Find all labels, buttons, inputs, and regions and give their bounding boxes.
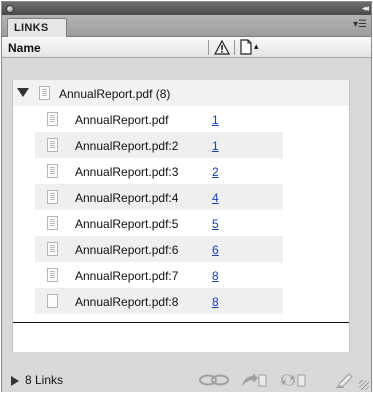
page-thumbnail-icon xyxy=(47,112,58,126)
panel-title-bar[interactable]: ◂◂ xyxy=(2,2,371,15)
page-thumbnail-icon xyxy=(47,190,58,204)
page-number-link[interactable]: 8 xyxy=(212,269,219,283)
page-thumbnail-icon xyxy=(47,242,58,256)
page-number-link[interactable]: 8 xyxy=(212,295,219,309)
page-number-link[interactable]: 1 xyxy=(212,113,219,127)
page-thumbnail-icon xyxy=(47,138,58,152)
show-link-info-icon[interactable] xyxy=(11,376,19,386)
links-list: AnnualReport.pdf (8) AnnualReport.pdf 1 … xyxy=(12,80,350,352)
list-item-parent[interactable]: AnnualReport.pdf (8) xyxy=(13,80,349,106)
column-separator[interactable] xyxy=(234,40,235,55)
column-name-header[interactable]: Name xyxy=(8,41,41,55)
list-item[interactable]: AnnualReport.pdf:4 4 xyxy=(35,184,283,210)
page-number-link[interactable]: 2 xyxy=(212,165,219,179)
page-thumbnail-icon xyxy=(47,216,58,230)
list-item[interactable]: AnnualReport.pdf:3 2 xyxy=(35,158,283,184)
list-item[interactable]: AnnualReport.pdf:6 6 xyxy=(35,236,283,262)
edit-original-icon[interactable] xyxy=(336,372,354,388)
parent-link-name: AnnualReport.pdf (8) xyxy=(59,87,171,101)
go-to-link-icon[interactable] xyxy=(240,372,268,388)
page-thumbnail-icon xyxy=(47,268,58,282)
sort-ascending-icon[interactable]: ▴ xyxy=(254,41,259,52)
page-thumbnail-icon xyxy=(47,294,58,308)
list-item[interactable]: AnnualReport.pdf:5 5 xyxy=(35,210,283,236)
link-name: AnnualReport.pdf:7 xyxy=(75,269,179,283)
list-item[interactable]: AnnualReport.pdf 1 xyxy=(35,106,283,132)
page-number-link[interactable]: 4 xyxy=(212,191,219,205)
link-name: AnnualReport.pdf:3 xyxy=(75,165,179,179)
warning-icon[interactable] xyxy=(214,40,230,55)
resize-grip[interactable] xyxy=(359,380,369,390)
close-icon[interactable] xyxy=(6,5,14,13)
column-separator[interactable] xyxy=(208,40,209,55)
tab-row: LINKS ▾☰ xyxy=(2,15,371,37)
page-thumbnail-icon xyxy=(47,164,58,178)
list-item[interactable]: AnnualReport.pdf:8 8 xyxy=(35,288,283,314)
links-panel: ◂◂ LINKS ▾☰ Name ▴ AnnualReport.pdf (8) … xyxy=(1,1,372,392)
link-name: AnnualReport.pdf:4 xyxy=(75,191,179,205)
link-info-divider[interactable] xyxy=(13,322,349,323)
link-name: AnnualReport.pdf:6 xyxy=(75,243,179,257)
panel-footer: 8 Links xyxy=(2,368,371,392)
page-number-link[interactable]: 1 xyxy=(212,139,219,153)
panel-menu-icon[interactable]: ▾☰ xyxy=(353,19,367,30)
list-item[interactable]: AnnualReport.pdf:2 1 xyxy=(35,132,283,158)
collapse-panel-icon[interactable]: ◂◂ xyxy=(362,2,369,15)
link-name: AnnualReport.pdf:5 xyxy=(75,217,179,231)
links-count: 8 Links xyxy=(25,373,64,387)
link-name: AnnualReport.pdf:8 xyxy=(75,295,179,309)
page-number-link[interactable]: 5 xyxy=(212,217,219,231)
page-icon[interactable] xyxy=(240,39,252,55)
link-name: AnnualReport.pdf:2 xyxy=(75,139,179,153)
relink-from-cc-icon[interactable] xyxy=(198,372,232,388)
column-header: Name ▴ xyxy=(2,37,371,58)
document-thumbnail-icon xyxy=(39,86,50,100)
page-number-link[interactable]: 6 xyxy=(212,243,219,257)
list-item[interactable]: AnnualReport.pdf:7 8 xyxy=(35,262,283,288)
link-name: AnnualReport.pdf xyxy=(75,113,169,127)
update-link-icon[interactable] xyxy=(278,372,308,388)
disclosure-triangle-icon[interactable] xyxy=(17,88,29,97)
tab-links[interactable]: LINKS xyxy=(7,18,67,37)
